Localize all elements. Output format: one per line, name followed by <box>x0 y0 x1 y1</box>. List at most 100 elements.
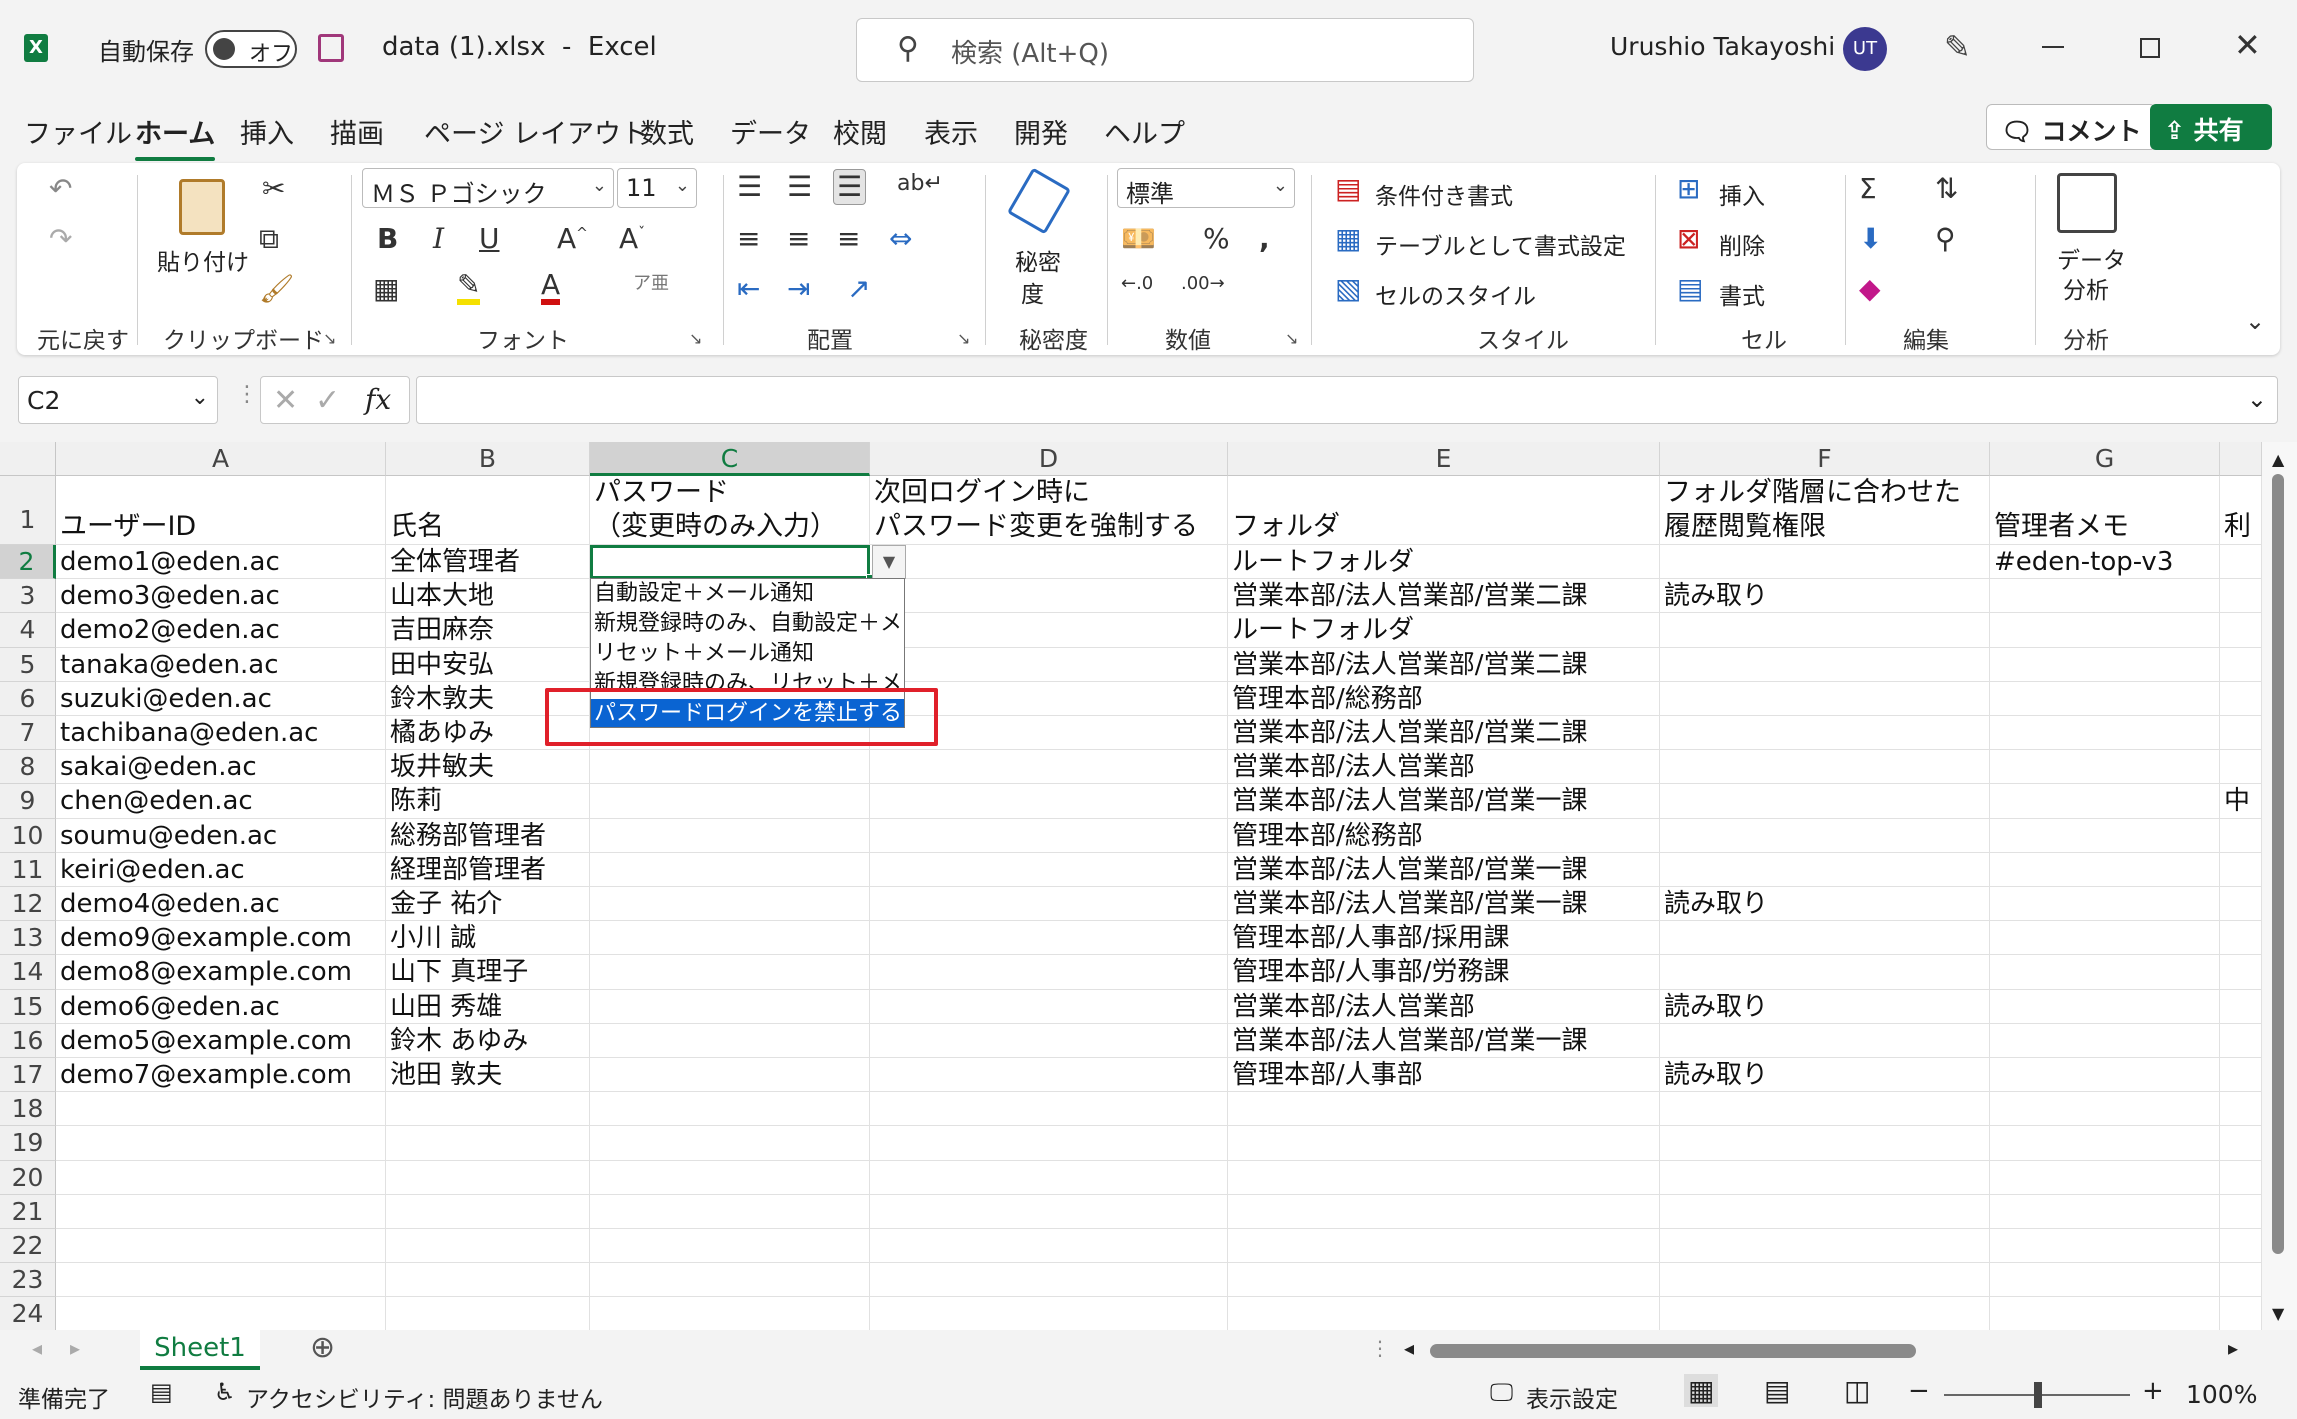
cell-e20[interactable] <box>1228 1160 1660 1195</box>
active-cell[interactable] <box>590 545 870 579</box>
column-header-a[interactable]: A <box>56 442 386 476</box>
enter-icon[interactable]: ✓ <box>315 383 340 418</box>
cell-a9[interactable]: chen@eden.ac <box>56 784 386 819</box>
cell-c15[interactable] <box>590 989 870 1024</box>
cell-styles-button[interactable]: セルのスタイル <box>1375 277 1536 311</box>
cell-h21[interactable] <box>2220 1194 2262 1229</box>
cell-d12[interactable] <box>870 887 1228 922</box>
cell-c20[interactable] <box>590 1160 870 1195</box>
cell-c21[interactable] <box>590 1194 870 1229</box>
cell-f23[interactable] <box>1660 1263 1990 1298</box>
cell-f8[interactable] <box>1660 750 1990 785</box>
fill-color-icon[interactable]: ✎ <box>457 271 481 305</box>
paste-icon[interactable] <box>179 179 225 235</box>
cell-d21[interactable] <box>870 1194 1228 1229</box>
avatar[interactable]: UT <box>1843 27 1887 71</box>
row-header[interactable]: 8 <box>0 750 56 785</box>
column-header-c[interactable]: C <box>590 442 870 476</box>
cell-e8[interactable]: 営業本部/法人営業部 <box>1228 750 1660 785</box>
cell-d8[interactable] <box>870 750 1228 785</box>
conditional-format-icon[interactable]: ▤ <box>1335 175 1361 203</box>
cell-d2[interactable] <box>870 545 1228 580</box>
cell-e13[interactable]: 管理本部/人事部/採用課 <box>1228 921 1660 956</box>
cell-d10[interactable] <box>870 818 1228 853</box>
cell-h10[interactable] <box>2220 818 2262 853</box>
decrease-font-icon[interactable]: Aˇ <box>619 225 645 253</box>
cell-d19[interactable] <box>870 1126 1228 1161</box>
cell-h9[interactable]: 中 <box>2220 784 2262 819</box>
cell-f5[interactable] <box>1660 647 1990 682</box>
cell-b3[interactable]: 山本大地 <box>386 579 590 614</box>
cell-c8[interactable] <box>590 750 870 785</box>
cell-f19[interactable] <box>1660 1126 1990 1161</box>
cell-f20[interactable] <box>1660 1160 1990 1195</box>
cell-f10[interactable] <box>1660 818 1990 853</box>
cell-f14[interactable] <box>1660 955 1990 990</box>
next-sheet-icon[interactable]: ▸ <box>70 1336 80 1360</box>
cell-e16[interactable]: 営業本部/法人営業部/営業一課 <box>1228 1023 1660 1058</box>
insert-function-icon[interactable]: fx <box>365 383 391 416</box>
cell-h17[interactable] <box>2220 1058 2262 1093</box>
conditional-format-button[interactable]: 条件付き書式 <box>1375 177 1513 211</box>
cell-b5[interactable]: 田中安弘 <box>386 647 590 682</box>
cell-c13[interactable] <box>590 921 870 956</box>
cell-g13[interactable] <box>1990 921 2220 956</box>
cell-a15[interactable]: demo6@eden.ac <box>56 989 386 1024</box>
cell-d24[interactable] <box>870 1297 1228 1332</box>
cell-g20[interactable] <box>1990 1160 2220 1195</box>
underline-button[interactable]: U <box>479 225 500 253</box>
header-cell-g[interactable]: 管理者メモ <box>1990 476 2220 545</box>
cell-a10[interactable]: soumu@eden.ac <box>56 818 386 853</box>
display-settings-icon[interactable]: 🖵 <box>1490 1378 1513 1406</box>
font-launcher-icon[interactable]: ↘ <box>689 329 702 348</box>
cell-g9[interactable] <box>1990 784 2220 819</box>
undo-icon[interactable]: ↶ <box>49 175 72 203</box>
cell-f11[interactable] <box>1660 852 1990 887</box>
increase-decimal-icon[interactable]: ←.0 <box>1121 275 1153 293</box>
find-icon[interactable]: ⚲ <box>1935 225 1956 253</box>
alignment-launcher-icon[interactable]: ↘ <box>957 329 970 348</box>
sensitivity-button-line1[interactable]: 秘密 <box>1015 243 1061 277</box>
cell-g10[interactable] <box>1990 818 2220 853</box>
row-header[interactable]: 1 <box>0 476 56 545</box>
font-family-select[interactable]: ＭＳ Ｐゴシック ⌄ <box>362 168 614 208</box>
cell-b10[interactable]: 総務部管理者 <box>386 818 590 853</box>
italic-button[interactable]: I <box>433 225 444 253</box>
row-header[interactable]: 22 <box>0 1229 56 1264</box>
expand-formula-icon[interactable]: ⌄ <box>2247 385 2267 413</box>
pen-icon[interactable]: ✎ <box>1944 28 1971 66</box>
cell-b15[interactable]: 山田 秀雄 <box>386 989 590 1024</box>
cell-a24[interactable] <box>56 1297 386 1332</box>
clipboard-launcher-icon[interactable]: ↘ <box>323 329 336 348</box>
cell-b2[interactable]: 全体管理者 <box>386 545 590 580</box>
sensitivity-button-line2[interactable]: 度 <box>1021 275 1044 309</box>
cell-h8[interactable] <box>2220 750 2262 785</box>
analyze-data-line2[interactable]: 分析 <box>2063 271 2109 305</box>
select-all-corner[interactable] <box>0 442 56 476</box>
header-cell-c[interactable]: パスワード （変更時のみ入力） <box>590 476 870 545</box>
cell-b24[interactable] <box>386 1297 590 1332</box>
splitter-icon[interactable]: ⋮ <box>1370 1336 1390 1360</box>
cell-h14[interactable] <box>2220 955 2262 990</box>
cell-e24[interactable] <box>1228 1297 1660 1332</box>
sensitivity-icon[interactable] <box>1006 167 1072 235</box>
cell-b14[interactable]: 山下 真理子 <box>386 955 590 990</box>
row-header[interactable]: 14 <box>0 955 56 990</box>
header-cell-b[interactable]: 氏名 <box>386 476 590 545</box>
cell-g17[interactable] <box>1990 1058 2220 1093</box>
border-icon[interactable]: ▦ <box>373 275 399 303</box>
row-header[interactable]: 11 <box>0 852 56 887</box>
phonetic-icon[interactable]: ア亜 <box>633 275 669 293</box>
cell-b23[interactable] <box>386 1263 590 1298</box>
zoom-slider[interactable] <box>1944 1382 2130 1408</box>
column-header-e[interactable]: E <box>1228 442 1660 476</box>
cell-b12[interactable]: 金子 祐介 <box>386 887 590 922</box>
cell-h16[interactable] <box>2220 1023 2262 1058</box>
cell-e10[interactable]: 管理本部/総務部 <box>1228 818 1660 853</box>
cell-g24[interactable] <box>1990 1297 2220 1332</box>
macro-record-icon[interactable]: ▤ <box>150 1378 173 1406</box>
row-header[interactable]: 2 <box>0 545 56 580</box>
cell-b21[interactable] <box>386 1194 590 1229</box>
cell-e2[interactable]: ルートフォルダ <box>1228 545 1660 580</box>
cell-c16[interactable] <box>590 1023 870 1058</box>
